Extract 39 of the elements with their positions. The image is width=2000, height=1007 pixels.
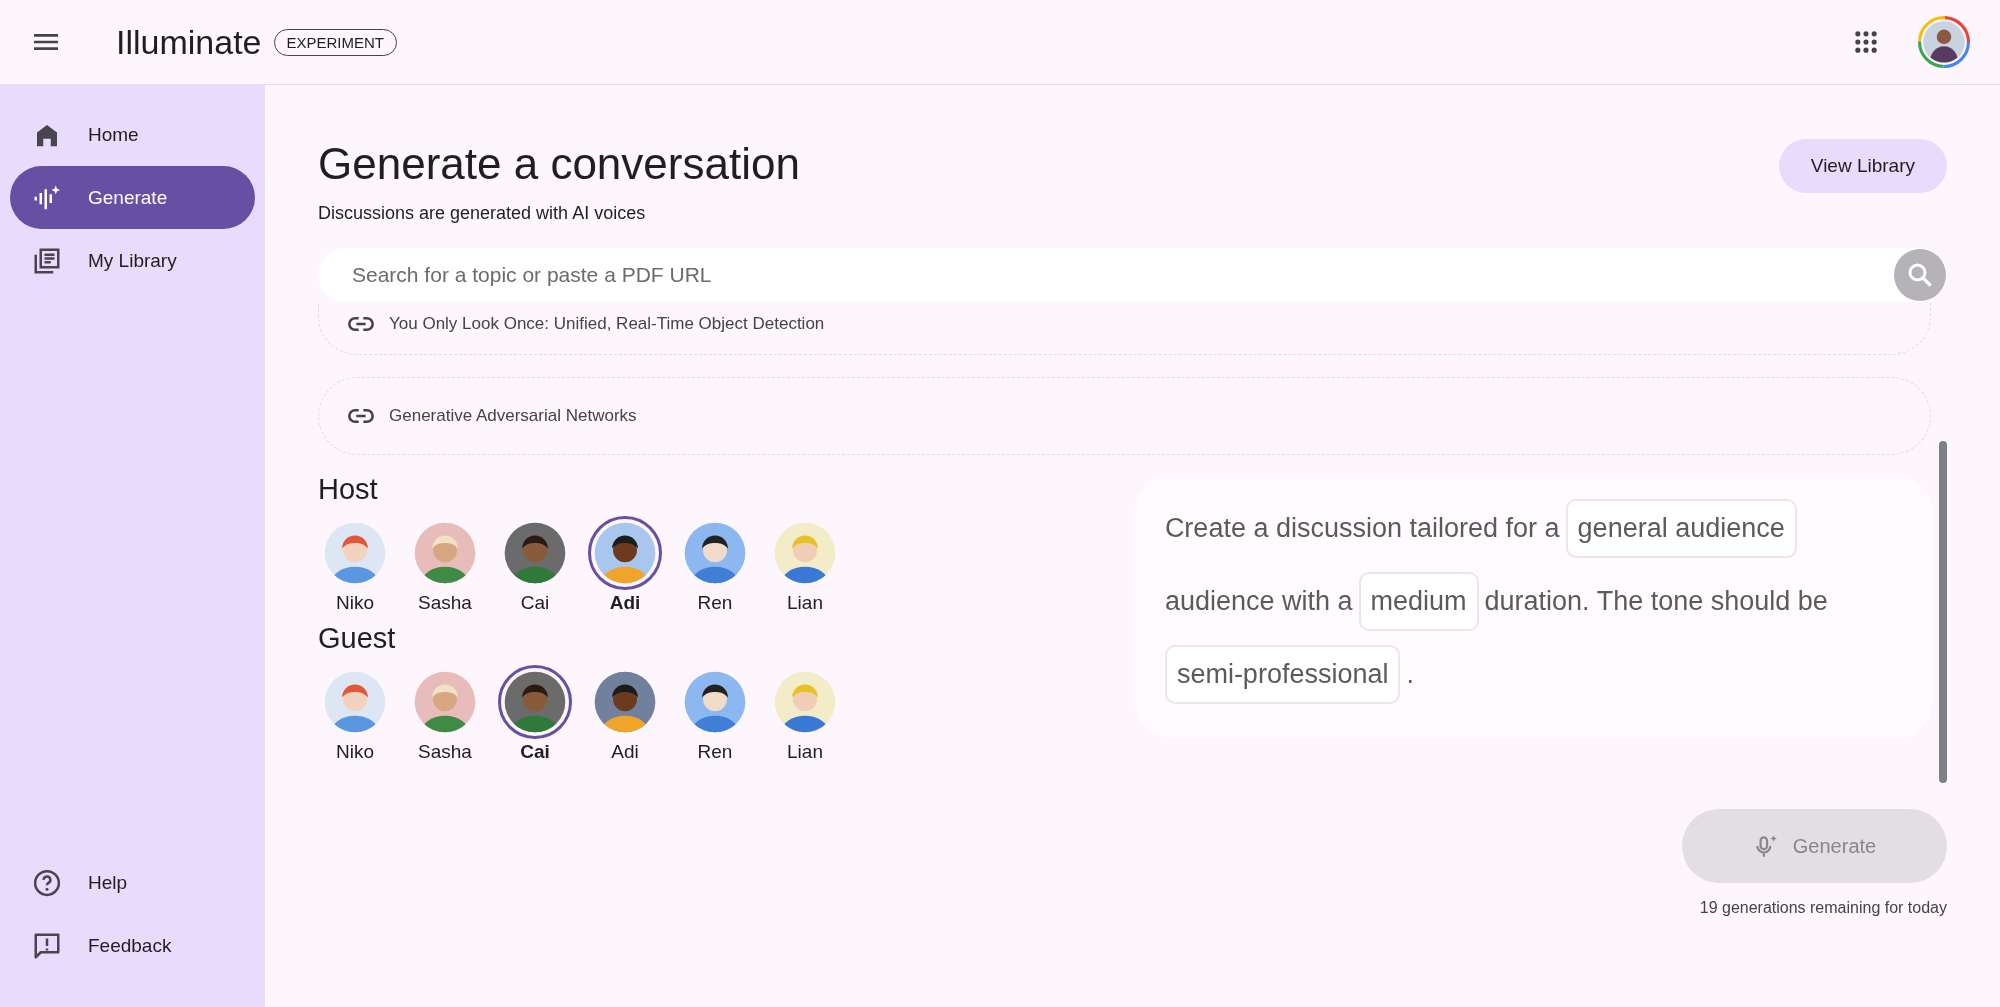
option-chip[interactable]: semi-professional bbox=[1164, 645, 1401, 704]
source-title: You Only Look Once: Unified, Real-Time Object Detection bbox=[389, 314, 825, 334]
voice-option[interactable]: Adi bbox=[588, 665, 662, 763]
help-icon bbox=[32, 867, 62, 898]
nav-item[interactable]: Home bbox=[10, 103, 255, 166]
page-title: Generate a conversation bbox=[318, 139, 800, 189]
option-chip[interactable]: medium bbox=[1358, 572, 1479, 631]
voice-option[interactable]: Niko bbox=[318, 665, 392, 763]
source-title: Generative Adversarial Networks bbox=[389, 406, 637, 426]
page-subtitle: Discussions are generated with AI voices bbox=[318, 203, 647, 224]
nav-item[interactable]: Generate bbox=[10, 166, 255, 229]
nav-item[interactable]: My Library bbox=[10, 229, 255, 292]
voice-option[interactable]: Ren bbox=[678, 516, 752, 614]
remaining-count: 19 generations remaining for today bbox=[1699, 899, 1947, 917]
voice-option[interactable]: Sasha bbox=[408, 665, 482, 763]
voice-option[interactable]: Adi bbox=[588, 516, 662, 614]
prompt-text: audience with a bbox=[1164, 586, 1353, 617]
group-label: Host bbox=[318, 473, 379, 506]
voice-option[interactable]: Lian bbox=[768, 516, 842, 614]
prompt-text: . bbox=[1406, 659, 1414, 690]
nav-item[interactable]: Help bbox=[10, 851, 255, 914]
apps-grid-icon[interactable] bbox=[1852, 28, 1880, 56]
group-label: Guest bbox=[318, 622, 397, 655]
search-field[interactable]: Search for a topic or paste a PDF URL bbox=[318, 248, 1947, 302]
voice-option[interactable]: Cai bbox=[498, 665, 572, 763]
profile-avatar[interactable] bbox=[1918, 16, 1970, 68]
voice-option[interactable]: Cai bbox=[498, 516, 572, 614]
nav-item[interactable]: Feedback bbox=[10, 914, 255, 977]
voice-option[interactable]: Ren bbox=[678, 665, 752, 763]
prompt-text: duration. The tone should be bbox=[1484, 586, 1828, 617]
prompt-text: Create a discussion tailored for a bbox=[1164, 513, 1560, 544]
voice-option[interactable]: Niko bbox=[318, 516, 392, 614]
voice-option[interactable]: Lian bbox=[768, 665, 842, 763]
source-card[interactable]: You Only Look Once: Unified, Real-Time Object Detection bbox=[318, 302, 1931, 355]
app-title: Illuminate bbox=[116, 22, 262, 62]
view-library-button[interactable]: View Library bbox=[1778, 139, 1947, 193]
scrollbar[interactable] bbox=[1939, 441, 1947, 783]
voice-option[interactable]: Sasha bbox=[408, 516, 482, 614]
option-chip[interactable]: general audience bbox=[1565, 499, 1797, 558]
